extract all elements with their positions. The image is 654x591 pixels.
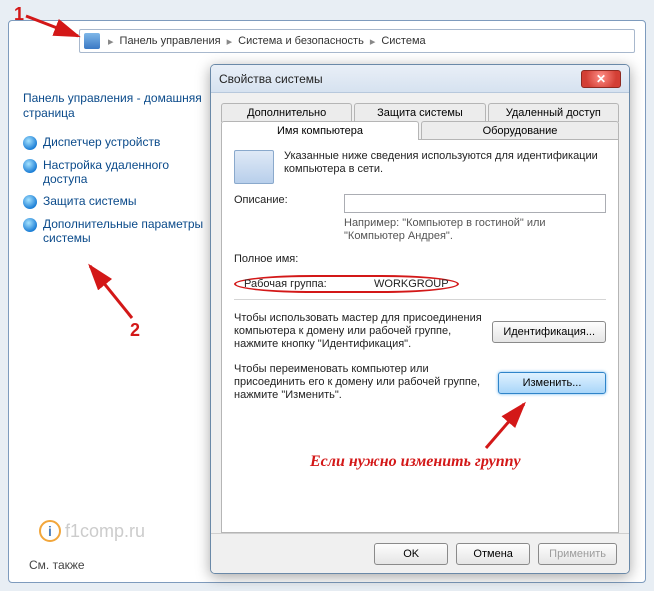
computer-icon — [234, 150, 274, 184]
tab-panel-computer-name: Указанные ниже сведения используются для… — [221, 139, 619, 533]
sidebar-link-device-manager[interactable]: Диспетчер устройств — [23, 135, 213, 150]
dialog-title: Свойства системы — [219, 72, 323, 86]
shield-icon — [23, 195, 37, 209]
intro-text: Указанные ниже сведения используются для… — [284, 150, 606, 176]
tab-advanced[interactable]: Дополнительно — [221, 103, 352, 122]
breadcrumb-root[interactable]: Панель управления — [116, 35, 225, 47]
identify-button[interactable]: Идентификация... — [492, 321, 606, 343]
dialog-button-row: OK Отмена Применить — [211, 533, 629, 573]
sidebar-link-advanced-system-settings[interactable]: Дополнительные параметры системы — [23, 217, 213, 245]
side-panel: Панель управления - домашняя страница Ди… — [23, 91, 213, 253]
cancel-button[interactable]: Отмена — [456, 543, 530, 565]
change-text: Чтобы переименовать компьютер или присое… — [234, 363, 488, 402]
tab-row-2: Имя компьютера Оборудование — [221, 121, 619, 140]
close-button[interactable]: ✕ — [581, 70, 621, 88]
description-label: Описание: — [234, 194, 334, 206]
tab-computer-name[interactable]: Имя компьютера — [221, 121, 419, 140]
annotation-number-2: 2 — [130, 320, 140, 341]
tab-system-protection[interactable]: Защита системы — [354, 103, 485, 122]
annotation-note: Если нужно изменить группу — [310, 453, 521, 471]
control-panel-icon — [84, 33, 100, 49]
tab-hardware[interactable]: Оборудование — [421, 121, 619, 140]
tab-row-1: Дополнительно Защита системы Удаленный д… — [221, 103, 619, 122]
logo-icon: i — [39, 520, 61, 542]
fullname-label: Полное имя: — [234, 253, 334, 265]
sidebar-link-label: Дополнительные параметры системы — [43, 217, 213, 245]
description-input[interactable] — [344, 194, 606, 213]
dialog-titlebar[interactable]: Свойства системы ✕ — [211, 65, 629, 93]
breadcrumb-leaf[interactable]: Система — [377, 35, 429, 47]
sidebar-link-remote-settings[interactable]: Настройка удаленного доступа — [23, 158, 213, 186]
sidebar-link-system-protection[interactable]: Защита системы — [23, 194, 213, 209]
address-bar[interactable]: ▸ Панель управления ▸ Система и безопасн… — [79, 29, 635, 53]
workgroup-label: Рабочая группа: — [244, 278, 344, 290]
apply-button[interactable]: Применить — [538, 543, 617, 565]
watermark-text: f1comp.ru — [65, 521, 145, 542]
sidebar-link-label: Защита системы — [43, 194, 136, 208]
workgroup-value: WORKGROUP — [374, 278, 449, 290]
identify-text: Чтобы использовать мастер для присоедине… — [234, 312, 482, 351]
shield-icon — [23, 218, 37, 232]
annotation-number-1: 1 — [14, 4, 24, 25]
sidebar-link-label: Настройка удаленного доступа — [43, 158, 213, 186]
ok-button[interactable]: OK — [374, 543, 448, 565]
shield-icon — [23, 159, 37, 173]
see-also-label: См. также — [29, 558, 85, 572]
sidebar-link-label: Диспетчер устройств — [43, 135, 160, 149]
system-properties-dialog: Свойства системы ✕ Дополнительно Защита … — [210, 64, 630, 574]
divider — [234, 299, 606, 300]
change-button[interactable]: Изменить... — [498, 372, 606, 394]
shield-icon — [23, 136, 37, 150]
breadcrumb-mid[interactable]: Система и безопасность — [234, 35, 368, 47]
description-example: Например: "Компьютер в гостиной" или "Ко… — [344, 217, 606, 243]
tab-remote[interactable]: Удаленный доступ — [488, 103, 619, 122]
control-panel-home-link[interactable]: Панель управления - домашняя страница — [23, 91, 213, 121]
chevron-right-icon: ▸ — [368, 35, 378, 48]
workgroup-highlight: Рабочая группа: WORKGROUP — [234, 275, 459, 293]
chevron-right-icon: ▸ — [225, 35, 235, 48]
watermark: i f1comp.ru — [39, 520, 145, 542]
chevron-right-icon: ▸ — [106, 35, 116, 48]
